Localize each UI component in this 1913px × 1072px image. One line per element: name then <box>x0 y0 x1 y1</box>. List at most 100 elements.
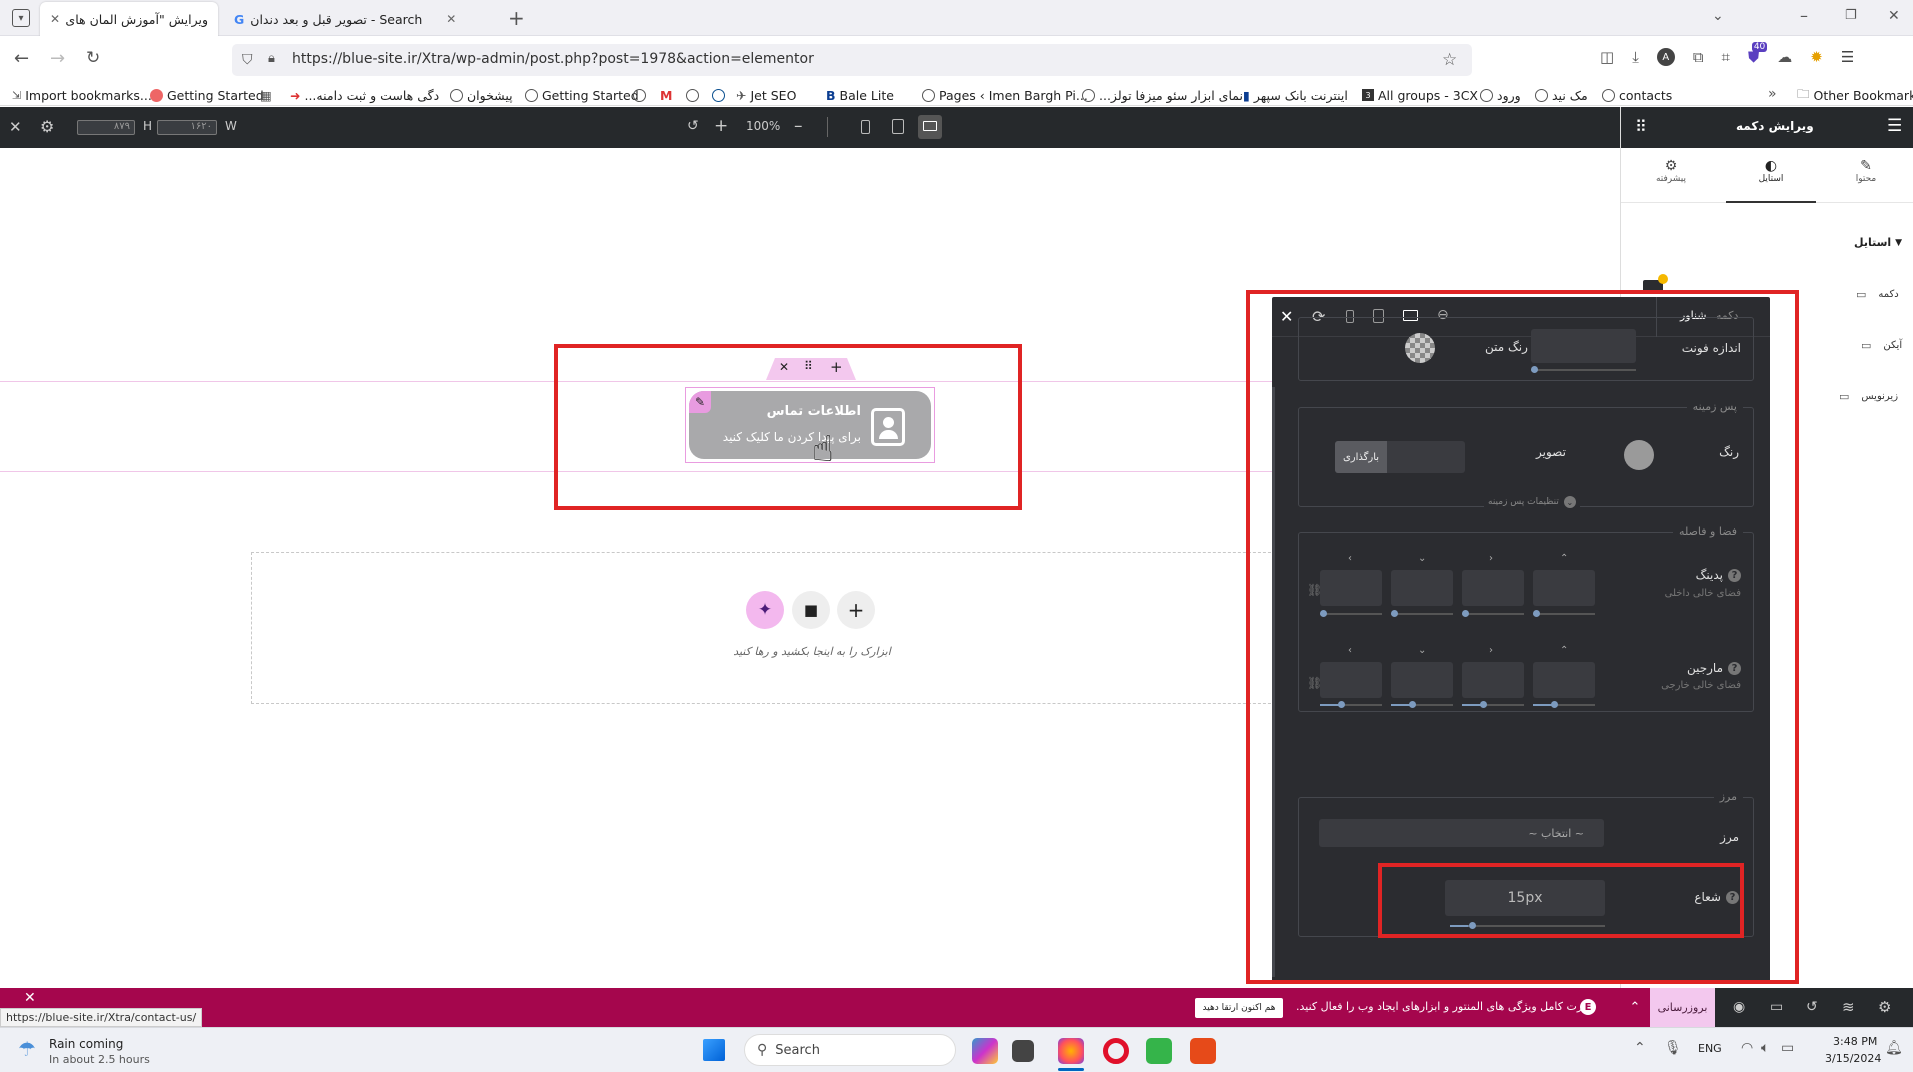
tablet-icon[interactable] <box>892 119 904 134</box>
url-text[interactable]: https://blue-site.ir/Xtra/wp-admin/post.… <box>292 51 814 67</box>
tab-search[interactable]: G تصویر قبل و بعد دندان - Search ✕ <box>224 2 488 36</box>
bookmark-3cx[interactable]: 3 All groups - 3CX <box>1362 86 1478 104</box>
menu-icon[interactable]: ☰ <box>1841 48 1854 66</box>
forward-icon[interactable]: → <box>50 48 65 69</box>
speaker-icon[interactable]: 🔈︎ <box>1761 1040 1769 1056</box>
minimize-icon[interactable]: – <box>1800 6 1808 25</box>
close-icon[interactable]: ✕ <box>9 118 22 136</box>
bookmark-sepehr[interactable]: ▮ اینترنت بانک سپهر <box>1243 86 1348 104</box>
url-bar[interactable]: ⛉ 🔒︎ https://blue-site.ir/Xtra/wp-admin/… <box>232 44 1472 76</box>
item-button[interactable]: ▭ دکمه <box>1856 288 1899 301</box>
shield-icon[interactable]: ⛉ <box>242 52 253 68</box>
item-subtitle[interactable]: ▭ زیرنویس <box>1839 390 1898 403</box>
layers-icon[interactable]: ≋ <box>1842 998 1855 1016</box>
bookmark-mac-need[interactable]: مک نید <box>1535 86 1588 104</box>
responsive-icon[interactable]: ▭ <box>1770 999 1783 1015</box>
account-icon[interactable]: A <box>1656 48 1675 66</box>
language-indicator[interactable]: ENG <box>1698 1042 1722 1055</box>
gear-icon[interactable]: ⚙ <box>1878 998 1891 1016</box>
reset-icon[interactable]: ↺ <box>687 118 699 134</box>
chevron-double-right-icon[interactable]: » <box>1768 86 1777 102</box>
wifi-icon[interactable]: ◠ <box>1741 1040 1753 1056</box>
bookmark-import[interactable]: ⇲ Import bookmarks... <box>12 86 152 104</box>
taskbar-search[interactable]: ⚲ Search <box>744 1034 956 1066</box>
crop-icon[interactable]: ⌗ <box>1722 48 1730 66</box>
chevron-up-icon[interactable]: ⌃ <box>1634 1040 1646 1056</box>
opera-icon[interactable] <box>1103 1038 1129 1064</box>
camtasia-icon[interactable] <box>1146 1038 1172 1064</box>
bookmark-getting-started[interactable]: Getting Started <box>150 86 264 104</box>
tab-list-icon[interactable]: ▾ <box>12 9 30 27</box>
bookmark-jet-seo[interactable]: ✈ Jet SEO <box>736 86 796 104</box>
apps-grid-icon[interactable]: ⠿ <box>1635 117 1647 136</box>
tab-style[interactable]: ◐ استایل <box>1726 148 1816 203</box>
folder-icon[interactable]: ■ <box>792 591 830 629</box>
extensions-icon[interactable]: ⧉ <box>1693 48 1704 66</box>
bookmark-globe-1[interactable] <box>633 86 646 104</box>
back-icon[interactable]: ← <box>14 48 29 69</box>
style-section-heading[interactable]: استایل ▼ <box>1854 236 1902 249</box>
clock-date[interactable]: 3/15/2024 <box>1825 1052 1881 1065</box>
window-close-icon[interactable]: ✕ <box>1888 8 1900 24</box>
copilot-icon[interactable] <box>972 1038 998 1064</box>
chevron-down-icon[interactable]: ⌄ <box>1712 8 1724 24</box>
tab-content[interactable]: ✎ محتوا <box>1826 148 1906 203</box>
microphone-icon[interactable]: 🎙︎ <box>1664 1040 1682 1056</box>
new-tab-icon[interactable]: + <box>508 6 525 30</box>
weather-title[interactable]: Rain coming <box>49 1037 123 1051</box>
add-icon[interactable]: + <box>837 591 875 629</box>
height-input[interactable]: ۸۷۹ <box>77 120 135 135</box>
pocket-icon[interactable]: ◫ <box>1600 48 1614 66</box>
desktop-button[interactable] <box>918 115 942 139</box>
zoom-in-icon[interactable]: + <box>714 116 728 136</box>
tab-elementor-edit[interactable]: ✕ ویرایش "آموزش المان های اکسترا - <box>40 2 218 36</box>
reload-icon[interactable]: ↻ <box>86 48 100 68</box>
tab-advanced[interactable]: ⚙ پیشرفته <box>1631 148 1711 203</box>
windows-start-icon[interactable] <box>703 1039 725 1061</box>
drop-area[interactable]: ✦ ■ + ابزارک را به اینجا بکشید و رها کنی… <box>251 552 1301 704</box>
close-icon[interactable]: ✕ <box>50 12 60 26</box>
bookmark-app[interactable] <box>712 86 725 104</box>
bookmark-contacts[interactable]: contacts <box>1602 86 1672 104</box>
bookmark-mizfa[interactable]: ...نمای ابزار سئو میزفا تولز <box>1082 86 1243 104</box>
battery-icon[interactable]: ▭ <box>1781 1040 1794 1056</box>
bookmark-bale-lite[interactable]: B Bale Lite <box>826 86 894 104</box>
bookmark-getting-started-2[interactable]: Getting Started <box>525 86 639 104</box>
bookmark-hosting[interactable]: ➜ ...دگی هاست و ثبت دامنه <box>290 86 439 104</box>
gear-icon[interactable]: ⚙ <box>40 117 54 136</box>
extension-badge-icon[interactable]: ⛊ 40 <box>1748 42 1768 66</box>
restore-icon[interactable]: ❐ <box>1845 8 1857 23</box>
close-icon[interactable]: ✕ <box>24 990 36 1006</box>
firefox-icon[interactable] <box>1058 1038 1084 1064</box>
bookmark-gmail[interactable]: M <box>660 86 672 104</box>
update-button[interactable]: بروزرسانی <box>1650 988 1715 1027</box>
cloud-icon[interactable]: ☁ <box>1777 48 1792 66</box>
download-icon[interactable]: ⤓ <box>1632 48 1639 66</box>
bookmark-pages[interactable]: Pages ‹ Imen Bargh Pi... <box>922 86 1088 104</box>
lock-icon[interactable]: 🔒︎ <box>268 51 275 66</box>
hamburger-icon[interactable]: ☰ <box>1887 116 1902 136</box>
upgrade-button[interactable]: هم اکنون ارتقا دهید <box>1195 998 1283 1018</box>
windows-taskbar: ☂ Rain coming In about 2.5 hours ⚲ Searc… <box>0 1027 1913 1072</box>
sun-icon[interactable]: ✹ <box>1810 48 1823 66</box>
bookmark-other[interactable]: 🗀 Other Bookmarks <box>1797 86 1913 104</box>
bookmark-dashboard[interactable]: پیشخوان <box>450 86 513 104</box>
preview-eye-icon[interactable]: ◉ <box>1733 999 1745 1015</box>
recorder-icon[interactable] <box>1190 1038 1216 1064</box>
bookmark-calendar[interactable]: ▦ <box>260 86 272 104</box>
zoom-out-icon[interactable]: – <box>794 116 803 136</box>
clock-time[interactable]: 3:48 PM <box>1833 1035 1877 1048</box>
star-icon[interactable]: ☆ <box>1442 50 1457 70</box>
close-icon[interactable]: ✕ <box>446 12 456 26</box>
file-explorer-icon[interactable] <box>1012 1040 1034 1062</box>
ai-sparkle-icon[interactable]: ✦ <box>746 591 784 629</box>
mobile-icon[interactable] <box>861 120 870 134</box>
chevron-up-icon[interactable]: ⌃ <box>1620 988 1650 1027</box>
weather-rain-icon[interactable]: ☂ <box>18 1037 36 1061</box>
bookmark-login[interactable]: ورود <box>1480 86 1521 104</box>
width-input[interactable]: ۱۶۲۰ <box>157 120 217 135</box>
item-icon[interactable]: ▭ آیکن <box>1861 339 1902 352</box>
notification-bell-icon[interactable]: 🔔︎ <box>1885 1040 1903 1056</box>
history-icon[interactable]: ↺ <box>1806 999 1818 1015</box>
bookmark-globe-2[interactable] <box>686 86 699 104</box>
